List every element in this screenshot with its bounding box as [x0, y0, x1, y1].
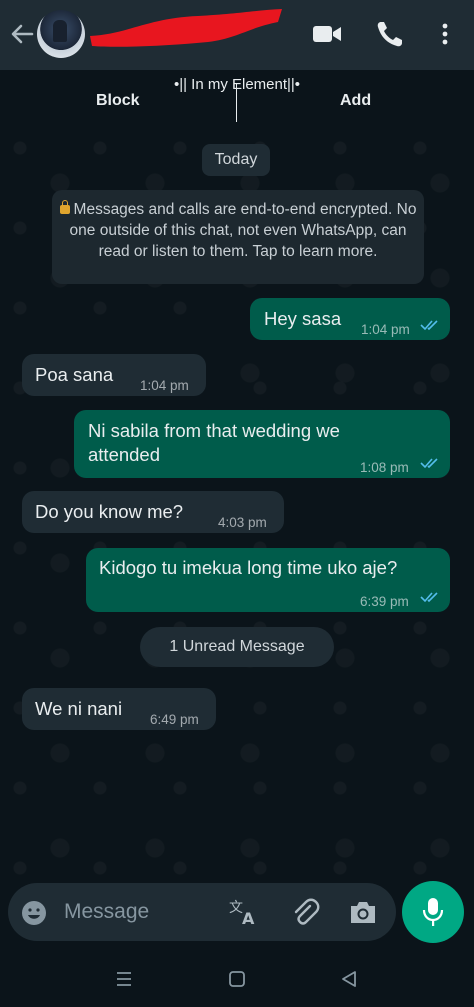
message-time: 1:08 pm — [360, 460, 409, 475]
arrow-left-icon[interactable] — [8, 18, 36, 50]
system-nav-bar — [0, 950, 474, 1007]
message-outgoing[interactable]: Kidogo tu imekua long time uko aje? 6:39… — [86, 548, 450, 612]
message-text: Do you know me? — [35, 501, 184, 522]
message-input[interactable]: Message — [64, 900, 149, 924]
message-time: 6:39 pm — [360, 594, 409, 609]
camera-icon[interactable] — [348, 898, 378, 926]
svg-text:A: A — [242, 909, 255, 927]
message-time: 1:04 pm — [361, 322, 410, 337]
chat-header — [0, 0, 474, 70]
home-icon[interactable] — [228, 970, 246, 988]
encryption-text: Messages and calls are end-to-end encryp… — [69, 201, 417, 260]
message-outgoing[interactable]: Ni sabila from that wedding we attended … — [74, 410, 450, 478]
lock-icon — [59, 200, 70, 214]
paperclip-icon[interactable] — [290, 897, 320, 927]
message-incoming[interactable]: Poa sana 1:04 pm — [22, 354, 206, 396]
contact-name: •|| In my Element||• — [173, 76, 301, 93]
message-text: We ni nani — [35, 698, 123, 719]
phone-icon[interactable] — [375, 20, 405, 48]
emoji-icon[interactable] — [20, 899, 48, 927]
message-outgoing[interactable]: Hey sasa 1:04 pm — [250, 298, 450, 340]
block-button[interactable]: Block — [96, 92, 140, 110]
message-text: attended — [88, 444, 161, 465]
divider — [236, 84, 237, 122]
redaction-scribble — [90, 9, 282, 47]
message-time: 1:04 pm — [140, 378, 189, 393]
svg-text:文: 文 — [229, 900, 243, 916]
recents-icon[interactable] — [115, 970, 133, 988]
unread-chip: 1 Unread Message — [140, 627, 334, 667]
add-button[interactable]: Add — [340, 92, 371, 110]
message-time: 4:03 pm — [218, 515, 267, 530]
message-time: 6:49 pm — [150, 712, 199, 727]
encryption-notice[interactable]: Messages and calls are end-to-end encryp… — [52, 190, 424, 284]
read-ticks-icon — [420, 458, 438, 469]
message-text: Kidogo tu imekua long time uko aje? — [99, 557, 398, 578]
more-vertical-icon[interactable] — [430, 20, 460, 48]
read-ticks-icon — [420, 320, 438, 331]
message-incoming[interactable]: We ni nani 6:49 pm — [22, 688, 216, 730]
chat-area[interactable]: Today Messages and calls are end-to-end … — [0, 128, 474, 876]
video-camera-icon[interactable] — [312, 20, 342, 48]
message-text: Ni sabila from that wedding we — [88, 420, 340, 441]
date-chip: Today — [202, 144, 270, 176]
message-composer[interactable]: Message 文 A — [8, 883, 396, 941]
message-text: Poa sana — [35, 364, 114, 385]
avatar[interactable] — [37, 10, 85, 58]
microphone-icon — [422, 898, 444, 926]
message-text: Hey sasa — [264, 308, 342, 329]
message-incoming[interactable]: Do you know me? 4:03 pm — [22, 491, 284, 533]
contact-action-bar: •|| In my Element||• Block Add — [0, 70, 474, 128]
nav-back-icon[interactable] — [340, 970, 358, 988]
read-ticks-icon — [420, 592, 438, 603]
voice-message-button[interactable] — [402, 881, 464, 943]
translate-icon[interactable]: 文 A — [228, 897, 260, 927]
